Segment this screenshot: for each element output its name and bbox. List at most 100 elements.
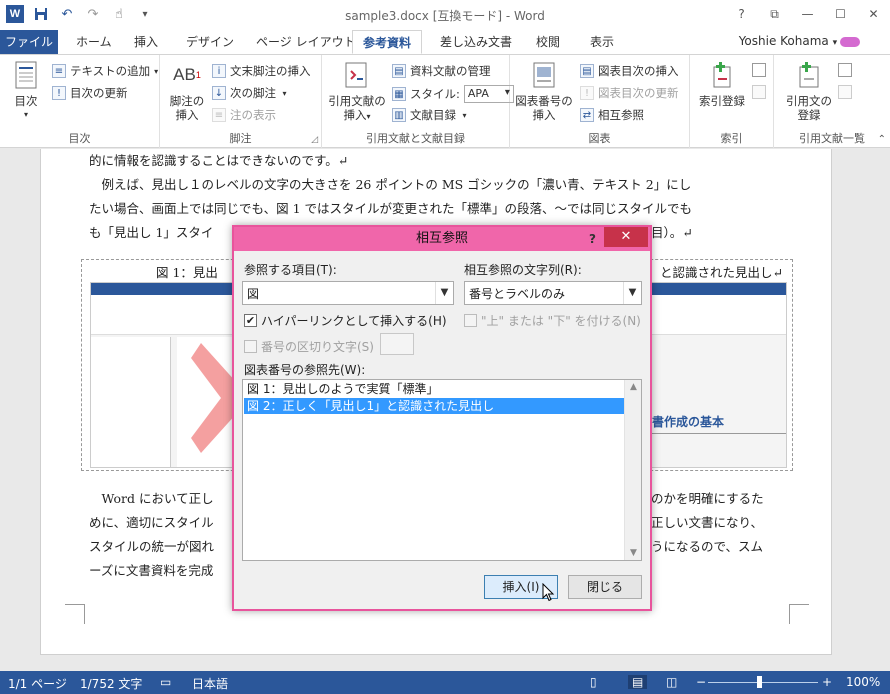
close-dialog-button[interactable]: 閉じる xyxy=(568,575,642,599)
collapse-ribbon-icon[interactable]: ⌃ xyxy=(878,134,886,145)
update-index-icon[interactable] xyxy=(752,85,766,99)
insert-endnote-button[interactable]: i 文末脚注の挿入 xyxy=(212,63,311,79)
citation-style-select[interactable]: APA xyxy=(463,85,514,103)
footnotes-dialog-launcher-icon[interactable]: ◿ xyxy=(311,135,318,145)
minimize-button[interactable]: — xyxy=(791,0,824,28)
scroll-down-icon[interactable]: ▼ xyxy=(625,548,642,558)
manage-sources-button[interactable]: ▤ 資料文献の管理 xyxy=(392,63,491,79)
mark-entry-icon xyxy=(706,59,738,91)
tab-home[interactable]: ホーム xyxy=(66,30,122,54)
captions-group-label: 図表 xyxy=(588,132,611,145)
cross-reference-button[interactable]: ⇄ 相互参照 xyxy=(580,107,644,123)
checkbox-box xyxy=(244,340,257,353)
user-account[interactable]: Yoshie Kohama ▾ xyxy=(739,34,860,48)
add-text-icon: ≡ xyxy=(52,64,66,78)
maximize-button[interactable]: ☐ xyxy=(824,0,857,28)
caption-list-item[interactable]: 図 1：見出しのようで実質「標準」 xyxy=(244,381,624,397)
cross-reference-dialog: 相互参照 ? ✕ 参照する項目(T): 図 ▼ 相互参照の文字列(R): 番号と… xyxy=(232,225,652,611)
status-bar: 1/1 ページ 1/752 文字 ▭ 日本語 ▯ ▤ ◫ − + 100% xyxy=(0,671,890,694)
insert-reference-to-select[interactable]: 番号とラベルのみ ▼ xyxy=(464,281,642,305)
bibliography-label: 文献目録 xyxy=(410,108,456,122)
update-table-button[interactable]: ! 図表目次の更新 xyxy=(580,85,679,101)
proofing-icon[interactable]: ▭ xyxy=(160,675,171,689)
toc-group: 目次 ▾ ≡ テキストの追加 ▾ ! 目次の更新 目次 xyxy=(0,55,160,148)
scroll-up-icon[interactable]: ▲ xyxy=(625,382,642,392)
tab-mailings[interactable]: 差し込み文書 xyxy=(430,30,522,54)
toc-button[interactable]: 目次 ▾ xyxy=(6,59,46,122)
reference-type-label: 参照する項目(T): xyxy=(244,263,337,277)
update-table-label: 図表目次の更新 xyxy=(598,86,679,100)
insert-table-of-figures-button[interactable]: ▤ 図表目次の挿入 xyxy=(580,63,679,79)
insert-footnote-button[interactable]: AB 1 脚注の 挿入 xyxy=(164,59,210,122)
figure-caption-right: と認識された見出し↵ xyxy=(660,265,783,280)
tab-file[interactable]: ファイル xyxy=(0,30,58,54)
doc-line-6b: 正しい文書になり、 xyxy=(651,515,764,530)
insert-table-of-figures-label: 図表目次の挿入 xyxy=(598,64,679,78)
insert-index-icon[interactable] xyxy=(752,63,766,77)
authorities-group: 引用文の 登録 引用文献一覧 ⌃ xyxy=(774,55,890,148)
language-indicator[interactable]: 日本語 xyxy=(192,675,228,692)
update-authorities-icon[interactable] xyxy=(838,85,852,99)
hyperlink-checkbox[interactable]: ✔ ハイパーリンクとして挿入する(H) xyxy=(244,312,447,329)
index-group-label: 索引 xyxy=(720,132,743,145)
dialog-close-button[interactable]: ✕ xyxy=(604,227,648,247)
zoom-slider-thumb[interactable] xyxy=(757,676,762,688)
footnotes-group-label: 脚注 xyxy=(229,132,252,145)
insert-citation-button[interactable]: 引用文献の 挿入▾ xyxy=(326,59,388,124)
insert-footnote-label: 脚注の 挿入 xyxy=(169,94,205,122)
insert-citation-icon xyxy=(341,59,373,91)
add-text-label: テキストの追加 xyxy=(70,64,151,78)
insert-caption-button[interactable]: 図表番号の 挿入 xyxy=(512,59,576,122)
insert-caption-icon xyxy=(528,59,560,91)
zoom-out-icon[interactable]: − xyxy=(696,675,706,689)
toc-icon xyxy=(10,59,42,91)
reference-type-select[interactable]: 図 ▼ xyxy=(242,281,454,305)
hyperlink-label: ハイパーリンクとして挿入する(H) xyxy=(261,314,447,328)
ribbon-display-options-button[interactable]: ⧉ xyxy=(758,0,791,28)
separator-input[interactable] xyxy=(380,333,414,355)
above-below-checkbox[interactable]: "上" または "下" を付ける(N) xyxy=(464,312,641,329)
mark-entry-button[interactable]: 索引登録 xyxy=(694,59,750,108)
mark-citation-button[interactable]: 引用文の 登録 xyxy=(778,59,840,122)
show-notes-button[interactable]: ≡ 注の表示 xyxy=(212,107,276,123)
page-count[interactable]: 1/1 ページ xyxy=(8,675,67,692)
update-toc-button[interactable]: ! 目次の更新 xyxy=(52,85,128,101)
word-count[interactable]: 1/752 文字 xyxy=(80,675,142,692)
tab-design[interactable]: デザイン xyxy=(176,30,244,54)
bibliography-button[interactable]: ▥ 文献目録 ▾ xyxy=(392,107,467,123)
show-notes-icon: ≡ xyxy=(212,108,226,122)
dialog-help-button[interactable]: ? xyxy=(589,227,596,251)
authorities-group-label: 引用文献一覧 xyxy=(799,132,865,145)
margin-mark-left xyxy=(65,604,85,624)
list-scrollbar[interactable]: ▲ ▼ xyxy=(624,380,641,560)
style-icon: ▦ xyxy=(392,87,406,101)
checkmark-icon: ✔ xyxy=(244,314,257,327)
close-button[interactable]: ✕ xyxy=(857,0,890,28)
insert-reference-to-label: 相互参照の文字列(R): xyxy=(464,263,582,277)
read-mode-icon[interactable]: ▯ xyxy=(590,675,597,689)
tab-references[interactable]: 参考資料 xyxy=(352,30,423,54)
next-footnote-label: 次の脚注 xyxy=(230,86,276,100)
tab-view[interactable]: 表示 xyxy=(580,30,624,54)
manage-sources-label: 資料文献の管理 xyxy=(410,64,491,78)
dialog-title-bar: 相互参照 ? ✕ xyxy=(234,227,650,251)
web-layout-icon[interactable]: ◫ xyxy=(666,675,677,689)
insert-authorities-icon[interactable] xyxy=(838,63,852,77)
next-footnote-button[interactable]: ↓ 次の脚注 ▾ xyxy=(212,85,287,101)
tab-insert[interactable]: 挿入 xyxy=(124,30,168,54)
caption-list[interactable]: 図 1：見出しのようで実質「標準」 図 2：正しく「見出し1」と認識された見出し… xyxy=(242,379,642,561)
zoom-level[interactable]: 100% xyxy=(846,675,880,689)
add-text-button[interactable]: ≡ テキストの追加 ▾ xyxy=(52,63,158,79)
bibliography-icon: ▥ xyxy=(392,108,406,122)
help-button[interactable]: ? xyxy=(725,0,758,28)
insert-caption-label: 図表番号の 挿入 xyxy=(515,94,573,122)
footnote-icon: AB 1 xyxy=(173,65,201,84)
caption-list-item-selected[interactable]: 図 2：正しく「見出し1」と認識された見出し xyxy=(244,398,624,414)
print-layout-icon[interactable]: ▤ xyxy=(628,675,648,689)
separator-checkbox[interactable]: 番号の区切り文字(S) xyxy=(244,338,374,355)
zoom-slider[interactable] xyxy=(708,682,818,683)
tab-review[interactable]: 校閲 xyxy=(526,30,570,54)
zoom-in-icon[interactable]: + xyxy=(822,675,832,689)
doc-line-1: 的に情報を認識することはできないのです。↵ xyxy=(89,153,349,168)
tab-layout[interactable]: ページ レイアウト xyxy=(246,30,366,54)
